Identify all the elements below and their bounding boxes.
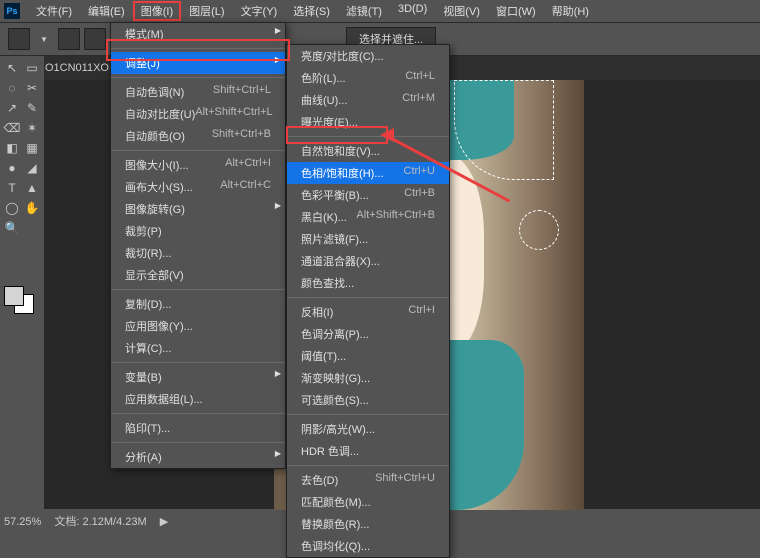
- menuitem[interactable]: 反相(I)Ctrl+I: [287, 301, 449, 323]
- menu-编辑[interactable]: 编辑(E): [80, 1, 133, 21]
- tool-icon[interactable]: ▦: [22, 138, 42, 158]
- menuitem[interactable]: 自动对比度(U)Alt+Shift+Ctrl+L: [111, 103, 285, 125]
- menuitem[interactable]: 可选颜色(S)...: [287, 389, 449, 411]
- menuitem[interactable]: 陷印(T)...: [111, 417, 285, 439]
- tool-icon[interactable]: ▭: [22, 58, 42, 78]
- document-info: 文档: 2.12M/4.23M: [54, 516, 146, 528]
- tool-icon[interactable]: ◌: [2, 78, 22, 98]
- adjustments-submenu-dropdown: 亮度/对比度(C)...色阶(L)...Ctrl+L曲线(U)...Ctrl+M…: [286, 44, 450, 558]
- menuitem[interactable]: 变量(B): [111, 366, 285, 388]
- menuitem[interactable]: 裁切(R)...: [111, 242, 285, 264]
- menu-图像[interactable]: 图像(I): [133, 1, 181, 21]
- tool-icon[interactable]: ◢: [22, 158, 42, 178]
- menu-帮助[interactable]: 帮助(H): [544, 1, 597, 21]
- menuitem[interactable]: 画布大小(S)...Alt+Ctrl+C: [111, 176, 285, 198]
- menuitem[interactable]: 曝光度(E)...: [287, 111, 449, 133]
- menuitem[interactable]: 色相/饱和度(H)...Ctrl+U: [287, 162, 449, 184]
- selection-add-icon[interactable]: [84, 28, 106, 50]
- menuitem[interactable]: 自然饱和度(V)...: [287, 140, 449, 162]
- menuitem[interactable]: 模式(M): [111, 23, 285, 45]
- menuitem[interactable]: 复制(D)...: [111, 293, 285, 315]
- tool-icon[interactable]: ◧: [2, 138, 22, 158]
- menuitem[interactable]: 应用数据组(L)...: [111, 388, 285, 410]
- menuitem[interactable]: 曲线(U)...Ctrl+M: [287, 89, 449, 111]
- menuitem[interactable]: 分析(A): [111, 446, 285, 468]
- menuitem[interactable]: 色调均化(Q)...: [287, 535, 449, 557]
- menuitem[interactable]: 匹配颜色(M)...: [287, 491, 449, 513]
- menu-3D[interactable]: 3D(D): [390, 1, 435, 21]
- tool-icon[interactable]: ✎: [22, 98, 42, 118]
- menuitem[interactable]: 图像大小(I)...Alt+Ctrl+I: [111, 154, 285, 176]
- tool-icon[interactable]: ↗: [2, 98, 22, 118]
- selection-new-icon[interactable]: [58, 28, 80, 50]
- menuitem[interactable]: 自动颜色(O)Shift+Ctrl+B: [111, 125, 285, 147]
- menuitem[interactable]: 黑白(K)...Alt+Shift+Ctrl+B: [287, 206, 449, 228]
- menubar: Ps 文件(F)编辑(E)图像(I)图层(L)文字(Y)选择(S)滤镜(T)3D…: [0, 0, 760, 22]
- menu-视图[interactable]: 视图(V): [435, 1, 488, 21]
- tools-panel: ↖▭◌✂↗✎⌫✶◧▦●◢T▲◯✋🔍: [0, 56, 44, 240]
- tool-icon[interactable]: T: [2, 178, 22, 198]
- menuitem[interactable]: 替换颜色(R)...: [287, 513, 449, 535]
- tool-icon[interactable]: ✶: [22, 118, 42, 138]
- color-swatches[interactable]: [4, 286, 36, 314]
- menuitem[interactable]: 去色(D)Shift+Ctrl+U: [287, 469, 449, 491]
- menuitem[interactable]: 裁剪(P): [111, 220, 285, 242]
- menuitem[interactable]: 色调分离(P)...: [287, 323, 449, 345]
- menuitem[interactable]: 阴影/高光(W)...: [287, 418, 449, 440]
- tool-icon[interactable]: ⌫: [2, 118, 22, 138]
- menu-窗口[interactable]: 窗口(W): [488, 1, 544, 21]
- menu-文字[interactable]: 文字(Y): [233, 1, 286, 21]
- menu-滤镜[interactable]: 滤镜(T): [338, 1, 390, 21]
- zoom-level[interactable]: 57.25%: [4, 516, 41, 528]
- menuitem[interactable]: 显示全部(V): [111, 264, 285, 286]
- menuitem[interactable]: 色阶(L)...Ctrl+L: [287, 67, 449, 89]
- status-bar: 57.25% 文档: 2.12M/4.23M ▶: [4, 513, 178, 529]
- tool-icon[interactable]: 🔍: [2, 218, 22, 238]
- menuitem[interactable]: 颜色查找...: [287, 272, 449, 294]
- photoshop-logo: Ps: [4, 3, 20, 19]
- menuitem[interactable]: 通道混合器(X)...: [287, 250, 449, 272]
- menuitem[interactable]: 图像旋转(G): [111, 198, 285, 220]
- document-tab[interactable]: O1CN011XO: [45, 62, 109, 74]
- menuitem[interactable]: 计算(C)...: [111, 337, 285, 359]
- menu-选择[interactable]: 选择(S): [285, 1, 338, 21]
- tool-icon[interactable]: ✋: [22, 198, 42, 218]
- menuitem[interactable]: HDR 色调...: [287, 440, 449, 462]
- tool-icon[interactable]: ✂: [22, 78, 42, 98]
- preset-dropdown-icon[interactable]: ▼: [34, 29, 54, 49]
- tool-icon[interactable]: ↖: [2, 58, 22, 78]
- menuitem[interactable]: 亮度/对比度(C)...: [287, 45, 449, 67]
- menuitem[interactable]: 自动色调(N)Shift+Ctrl+L: [111, 81, 285, 103]
- menuitem[interactable]: 应用图像(Y)...: [111, 315, 285, 337]
- image-menu-dropdown: 模式(M) 调整(J) 自动色调(N)Shift+Ctrl+L自动对比度(U)Alt…: [110, 22, 286, 469]
- menu-文件[interactable]: 文件(F): [28, 1, 80, 21]
- tool-preset-icon[interactable]: [8, 28, 30, 50]
- menuitem[interactable]: 阈值(T)...: [287, 345, 449, 367]
- status-arrow-icon[interactable]: ▶: [160, 516, 168, 528]
- menuitem[interactable]: 调整(J): [111, 52, 285, 74]
- tool-icon[interactable]: ●: [2, 158, 22, 178]
- tool-icon[interactable]: ▲: [22, 178, 42, 198]
- menuitem[interactable]: 色彩平衡(B)...Ctrl+B: [287, 184, 449, 206]
- menu-图层[interactable]: 图层(L): [181, 1, 232, 21]
- menuitem[interactable]: 渐变映射(G)...: [287, 367, 449, 389]
- selection-marquee: [519, 210, 559, 250]
- foreground-color-swatch[interactable]: [4, 286, 24, 306]
- tool-icon[interactable]: ◯: [2, 198, 22, 218]
- menuitem[interactable]: 照片滤镜(F)...: [287, 228, 449, 250]
